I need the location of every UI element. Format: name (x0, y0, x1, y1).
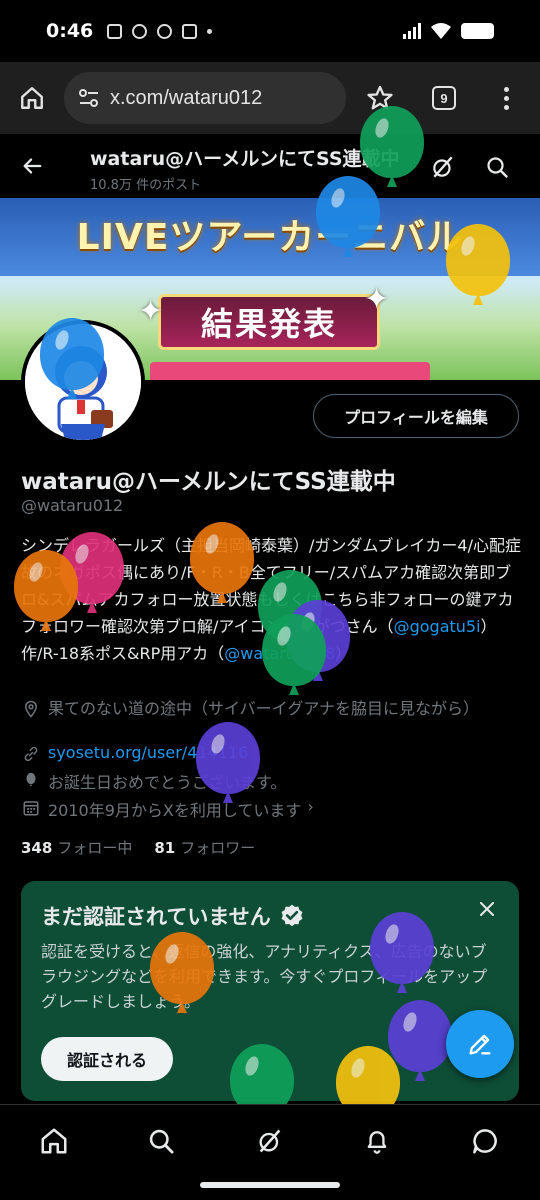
birthday-balloon (150, 932, 214, 1004)
nav-home[interactable] (34, 1121, 74, 1161)
followers-link[interactable]: 81 フォロワー (154, 837, 255, 858)
follow-stats: 348 フォロー中 81 フォロワー (21, 837, 255, 858)
browser-toolbar: x.com/wataru012 9 (0, 62, 540, 134)
chat-icon (473, 1129, 497, 1154)
tabs-button[interactable]: 9 (412, 62, 476, 134)
birthday-balloon (316, 176, 380, 248)
link-icon (24, 746, 38, 762)
bottom-navigation (0, 1104, 540, 1174)
search-icon (487, 157, 508, 178)
site-settings-icon[interactable] (78, 88, 100, 108)
grok-icon (433, 156, 453, 178)
back-arrow-icon (23, 158, 42, 174)
following-count: 348 (21, 839, 53, 857)
birthday-balloon (196, 722, 260, 794)
tab-count: 9 (432, 86, 456, 110)
status-right (403, 22, 494, 40)
sparkle-icon: ✦ (364, 282, 390, 317)
browser-home-button[interactable] (0, 62, 64, 134)
balloon-icon (26, 772, 36, 786)
birthday-balloon (262, 614, 326, 686)
bell-icon (367, 1131, 387, 1154)
profile-joined[interactable]: 2010年9月からXを利用しています › (21, 797, 521, 821)
close-card-button[interactable] (475, 897, 499, 921)
birthday-balloon (446, 224, 510, 296)
verification-title: まだ認証されていません (41, 901, 305, 931)
profile-website: syosetu.org/user/414116 (21, 743, 521, 763)
post-count: 10.8万 件のポスト (90, 178, 202, 193)
followers-label: フォロワー (180, 839, 256, 857)
back-button[interactable] (14, 148, 50, 184)
birthday-balloon (40, 318, 104, 390)
edit-profile-button[interactable]: プロフィールを編集 (313, 394, 519, 438)
profile-handle: @wataru012 (21, 496, 124, 515)
followers-count: 81 (154, 839, 176, 857)
banner-result-plate: 結果発表 (158, 294, 380, 350)
status-time: 0:46 (46, 20, 94, 42)
nav-search[interactable] (141, 1121, 181, 1161)
nav-messages[interactable] (465, 1121, 505, 1161)
birthday-balloon (190, 522, 254, 594)
hand-notification-icon (157, 23, 173, 39)
banner-bottom-strip (150, 362, 430, 380)
compose-button[interactable] (446, 1010, 514, 1078)
grok-icon (259, 1129, 281, 1153)
header-title: wataru@ハーメルンにてSS連載中 (90, 148, 400, 170)
header-search-button[interactable] (480, 150, 514, 184)
compose-icon (469, 1034, 491, 1055)
tv-notification-icon (182, 23, 198, 39)
nav-notifications[interactable] (357, 1121, 397, 1161)
birthday-balloon (360, 106, 424, 178)
birthday-balloon (370, 912, 434, 984)
bio-mention-link[interactable]: @gogatu5i (394, 617, 481, 636)
following-link[interactable]: 348 フォロー中 (21, 837, 132, 858)
location-pin-icon (24, 700, 38, 718)
gallery-notification-icon (107, 23, 123, 39)
profile-header: wataru@ハーメルンにてSS連載中 10.8万 件のポスト (0, 136, 540, 198)
gesture-handle[interactable] (200, 1182, 340, 1188)
location-text: 果てのない道の途中（サイバーイグアナを脇目に見ながら） (48, 699, 480, 718)
verified-badge-icon (281, 904, 303, 927)
url-bar[interactable]: x.com/wataru012 (64, 72, 346, 124)
nav-grok[interactable] (250, 1121, 290, 1161)
verification-title-text: まだ認証されていません (41, 905, 271, 929)
browser-menu-button[interactable] (476, 62, 536, 134)
app-notification-icon (132, 23, 148, 39)
birthday-balloon (14, 550, 78, 622)
wifi-icon (431, 23, 451, 39)
grok-button[interactable] (426, 150, 460, 184)
get-verified-button[interactable]: 認証される (41, 1037, 173, 1081)
profile-display-name: wataru@ハーメルンにてSS連載中 (21, 469, 396, 495)
birthday-balloon (388, 1000, 452, 1072)
banner-subtitle: 結果発表 (200, 305, 337, 343)
close-icon (480, 902, 494, 916)
calendar-icon (23, 801, 39, 816)
joined-text: 2010年9月からXを利用しています (48, 801, 302, 820)
profile-birthday: お誕生日おめでとうございます。 (21, 769, 521, 793)
battery-icon (461, 23, 494, 39)
signal-icon (403, 23, 421, 39)
home-icon (41, 1128, 67, 1154)
chevron-right-icon: › (307, 797, 314, 816)
status-bar: 0:46 (0, 0, 540, 62)
profile-location: 果てのない道の途中（サイバーイグアナを脇目に見ながら） (21, 698, 521, 720)
status-notification-icons (107, 23, 213, 39)
home-icon (21, 87, 43, 109)
following-label: フォロー中 (57, 839, 133, 857)
search-icon (149, 1129, 174, 1154)
sparkle-icon: ✦ (138, 294, 164, 329)
more-notifications-dot-icon (207, 28, 213, 34)
url-text: x.com/wataru012 (110, 86, 263, 109)
